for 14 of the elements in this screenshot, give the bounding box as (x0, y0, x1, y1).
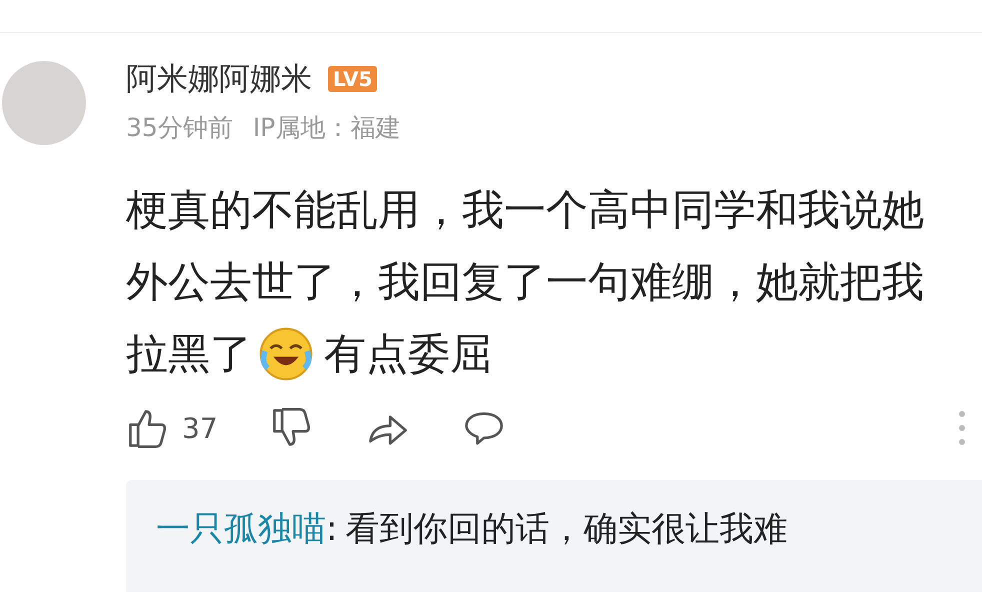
level-badge: LV5 (328, 66, 378, 92)
reply-preview-panel[interactable]: 一只孤独喵: 看到你回的话，确实很让我难 (126, 480, 982, 592)
comment-text: 外公去世了，我回复了一句难绷，她就把我 (126, 257, 924, 306)
crying-laughing-emoji-icon (258, 326, 314, 382)
reply-text: 看到你回的话，确实很让我难 (345, 509, 788, 549)
ip-location: IP属地：福建 (252, 112, 400, 144)
comment-text: 梗真的不能乱用，我一个高中同学和我说她 (126, 185, 924, 234)
comment-time: 35分钟前 (126, 112, 233, 144)
reply-username[interactable]: 一只孤独喵 (156, 509, 326, 549)
username[interactable]: 阿米娜阿娜米 (126, 58, 312, 100)
comment-text: 拉黑了 (126, 328, 252, 380)
reply-separator: : (326, 509, 338, 549)
comment-text: 有点委屈 (324, 328, 492, 380)
like-count: 37 (182, 412, 218, 444)
